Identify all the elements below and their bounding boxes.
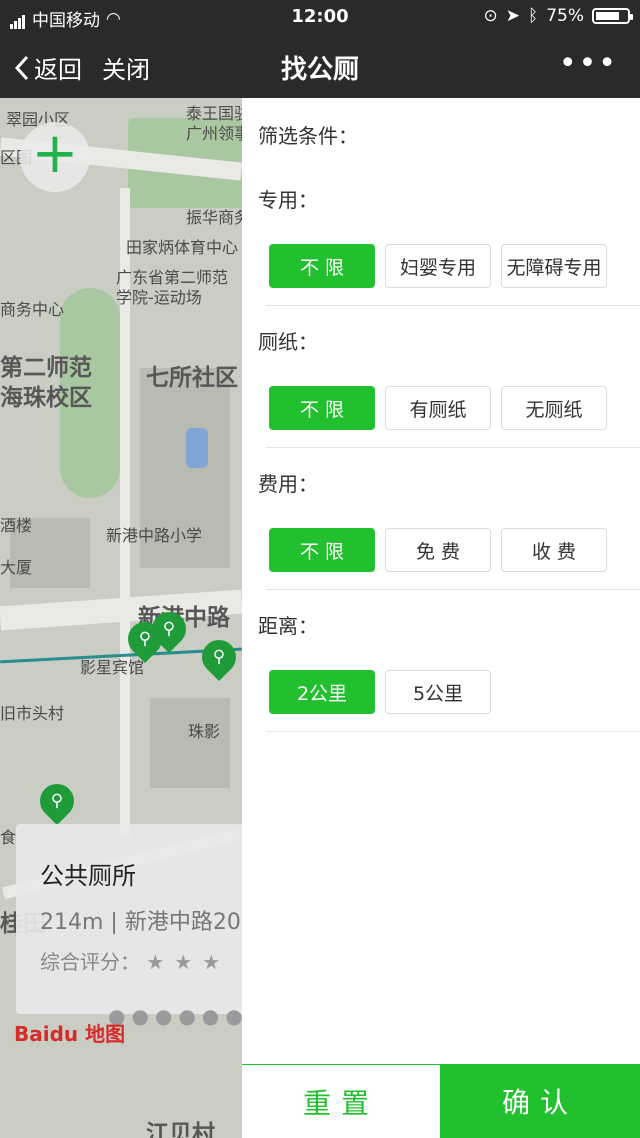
- battery-icon: [592, 8, 633, 24]
- divider: [266, 589, 640, 590]
- toilet-pin[interactable]: ⚲: [32, 776, 82, 826]
- option-distance-5km[interactable]: 5公里: [385, 670, 491, 714]
- option-special-any[interactable]: 不 限: [269, 244, 375, 288]
- toilet-info-card[interactable]: 公共厕所 214m | 新港中路20 综合评分： ★★★: [16, 824, 276, 1014]
- toilet-name: 公共厕所: [40, 862, 136, 890]
- location-icon: ➤: [505, 6, 520, 26]
- option-paper-any[interactable]: 不 限: [269, 386, 375, 430]
- page-title: 找公厕: [280, 55, 359, 85]
- option-fee-paid[interactable]: 收 费: [501, 528, 607, 572]
- map-label: 大厦: [0, 558, 33, 577]
- more-menu-button[interactable]: •••: [559, 46, 618, 81]
- toilet-distance-address: 214m | 新港中路20: [40, 910, 241, 935]
- map-pond: [186, 428, 208, 468]
- toilet-icon: ⚲: [162, 619, 176, 639]
- toilet-rating: 综合评分： ★★★: [40, 946, 230, 975]
- battery-percent: 75%: [546, 6, 584, 26]
- filter-label-special: 专用：: [258, 188, 318, 212]
- map-label: 振华商务: [186, 208, 242, 227]
- map-label: 学院-运动场: [116, 288, 202, 307]
- map-label: 七所社区: [146, 365, 238, 391]
- toilet-pin[interactable]: ⚲: [144, 604, 194, 654]
- rating-label: 综合评分：: [40, 950, 140, 974]
- map-label: 第二师范: [0, 355, 92, 381]
- divider: [266, 447, 640, 448]
- map-label: 新港中路小学: [106, 526, 203, 545]
- map-label: 海珠校区: [0, 385, 92, 411]
- map-label: 广州领事: [186, 124, 242, 143]
- divider: [266, 731, 640, 732]
- map-label: 珠影: [188, 722, 221, 741]
- option-paper-yes[interactable]: 有厕纸: [385, 386, 491, 430]
- option-distance-2km[interactable]: 2公里: [269, 670, 375, 714]
- reset-button[interactable]: 重置: [242, 1064, 440, 1138]
- status-bar: 中国移动 ◠ 12:00 ⊙ ➤ ᛒ 75%: [0, 0, 640, 34]
- filter-options-distance: 2公里 5公里: [269, 670, 491, 714]
- option-fee-any[interactable]: 不 限: [269, 528, 375, 572]
- filter-label-paper: 厕纸：: [258, 330, 318, 354]
- bluetooth-icon: ᛒ: [528, 6, 539, 26]
- filter-label-distance: 距离：: [258, 614, 318, 638]
- filter-panel: 筛选条件： 专用： 不 限 妇婴专用 无障碍专用 厕纸： 不 限 有厕纸 无厕纸…: [242, 98, 640, 1064]
- filter-label-fee: 费用：: [258, 472, 318, 496]
- divider: [266, 305, 640, 306]
- confirm-button[interactable]: 确认: [440, 1064, 640, 1138]
- option-special-accessible[interactable]: 无障碍专用: [501, 244, 607, 288]
- nav-bar: 返回 关闭 找公厕 •••: [0, 34, 640, 98]
- map-label: 酒楼: [0, 516, 33, 535]
- toilet-pin[interactable]: ⚲: [194, 632, 242, 682]
- map-block: [150, 698, 230, 788]
- toilet-icon: ⚲: [50, 791, 64, 811]
- filter-options-fee: 不 限 免 费 收 费: [269, 528, 607, 572]
- option-special-mother-baby[interactable]: 妇婴专用: [385, 244, 491, 288]
- zoom-in-button[interactable]: +: [20, 122, 90, 192]
- filter-heading: 筛选条件：: [258, 124, 358, 148]
- map-label: 田家炳体育中心: [126, 238, 239, 257]
- map-label: 影星宾馆: [80, 658, 145, 677]
- map-label: 商务中心: [0, 300, 65, 319]
- baidu-map-logo: Baidu 地图: [14, 1022, 126, 1046]
- map-label: 江贝村: [146, 1121, 215, 1138]
- filter-options-paper: 不 限 有厕纸 无厕纸: [269, 386, 607, 430]
- orientation-lock-icon: ⊙: [483, 6, 498, 26]
- filter-options-special: 不 限 妇婴专用 无障碍专用: [269, 244, 607, 288]
- option-paper-no[interactable]: 无厕纸: [501, 386, 607, 430]
- battery-fill: [596, 12, 619, 20]
- toilet-icon: ⚲: [212, 647, 226, 667]
- map-label: 旧市头村: [0, 704, 65, 723]
- map-label: 食: [0, 828, 17, 847]
- status-right: ⊙ ➤ ᛒ 75%: [483, 6, 633, 26]
- option-fee-free[interactable]: 免 费: [385, 528, 491, 572]
- rating-stars: ★★★: [146, 950, 231, 974]
